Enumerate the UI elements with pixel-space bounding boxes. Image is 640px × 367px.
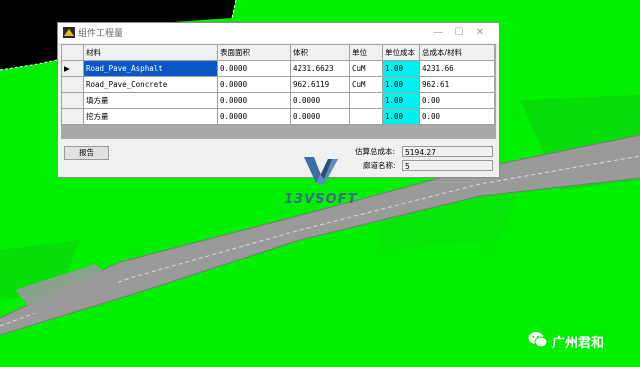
current-row-marker: ▶ (61, 60, 84, 77)
corridor-name-label: 廊道名称: (363, 161, 396, 170)
cell-unit-cost[interactable]: 1.00 (382, 92, 420, 109)
cell-volume[interactable]: 962.6119 (290, 76, 350, 93)
cell-unit-cost[interactable]: 1.00 (382, 108, 420, 125)
table-row[interactable]: ▶ Road_Pave_Asphalt 0.0000 4231.6623 CuM… (61, 60, 495, 77)
row-header (61, 76, 84, 93)
cell-surface-area[interactable]: 0.0000 (217, 108, 291, 125)
table-row[interactable]: 挖方量 0.0000 0.0000 1.00 0.00 (61, 108, 495, 125)
column-header-total-cost[interactable]: 总成本/材料 (419, 44, 495, 61)
cell-material[interactable]: Road_Pave_Asphalt (83, 60, 218, 77)
cell-surface-area[interactable]: 0.0000 (217, 76, 291, 93)
total-cost-field: 5194.27 (402, 146, 493, 157)
cell-material[interactable]: 填方量 (83, 92, 218, 109)
title-bar: 组件工程量 — ☐ ✕ (58, 23, 499, 43)
component-quantities-dialog: 组件工程量 — ☐ ✕ 材料 表面面积 体积 单位 单位成本 总成本/材料 ▶ … (57, 22, 500, 178)
column-header-surface-area[interactable]: 表面面积 (217, 44, 291, 61)
close-button[interactable]: ✕ (471, 25, 489, 40)
cell-total-cost[interactable]: 0.00 (419, 108, 495, 125)
total-cost-label: 估算总成本: (355, 147, 396, 156)
brand-logo-text: 13VSOFT (284, 192, 358, 207)
table-row[interactable]: 填方量 0.0000 0.0000 1.00 0.00 (61, 92, 495, 109)
column-header-volume[interactable]: 体积 (290, 44, 350, 61)
cell-material[interactable]: Road_Pave_Concrete (83, 76, 218, 93)
minimize-button[interactable]: — (429, 25, 447, 40)
cell-total-cost[interactable]: 4231.66 (419, 60, 495, 77)
corridor-name-field: 5 (402, 160, 493, 171)
table-row[interactable]: Road_Pave_Concrete 0.0000 962.6119 CuM 1… (61, 76, 495, 93)
row-header (61, 92, 84, 109)
column-header-unit[interactable]: 单位 (349, 44, 383, 61)
cell-unit-cost[interactable]: 1.00 (382, 76, 420, 93)
quantities-grid[interactable]: 材料 表面面积 体积 单位 单位成本 总成本/材料 ▶ Road_Pave_As… (61, 44, 496, 139)
brand-logo-icon (304, 157, 338, 185)
cell-surface-area[interactable]: 0.0000 (217, 60, 291, 77)
cell-total-cost[interactable]: 962.61 (419, 76, 495, 93)
quantities-table: 材料 表面面积 体积 单位 单位成本 总成本/材料 ▶ Road_Pave_As… (61, 44, 495, 125)
cell-unit[interactable] (349, 92, 383, 109)
column-header-material[interactable]: 材料 (83, 44, 218, 61)
column-header-unit-cost[interactable]: 单位成本 (382, 44, 420, 61)
cell-unit-cost[interactable]: 1.00 (382, 60, 420, 77)
wechat-icon (528, 332, 548, 348)
cell-unit[interactable]: CuM (349, 60, 383, 77)
cell-material[interactable]: 挖方量 (83, 108, 218, 125)
row-header (61, 108, 84, 125)
watermark-text: 广州君和 (552, 336, 605, 351)
report-button[interactable]: 报告 (64, 146, 109, 160)
window-title: 组件工程量 (78, 29, 124, 39)
cell-unit[interactable]: CuM (349, 76, 383, 93)
cell-unit[interactable] (349, 108, 383, 125)
cell-surface-area[interactable]: 0.0000 (217, 92, 291, 109)
maximize-button[interactable]: ☐ (450, 25, 468, 40)
cell-total-cost[interactable]: 0.00 (419, 92, 495, 109)
cell-volume[interactable]: 0.0000 (290, 92, 350, 109)
header-row: 材料 表面面积 体积 单位 单位成本 总成本/材料 (61, 44, 495, 61)
row-header-corner (61, 44, 84, 61)
cell-volume[interactable]: 4231.6623 (290, 60, 350, 77)
cell-volume[interactable]: 0.0000 (290, 108, 350, 125)
app-icon (63, 27, 75, 38)
